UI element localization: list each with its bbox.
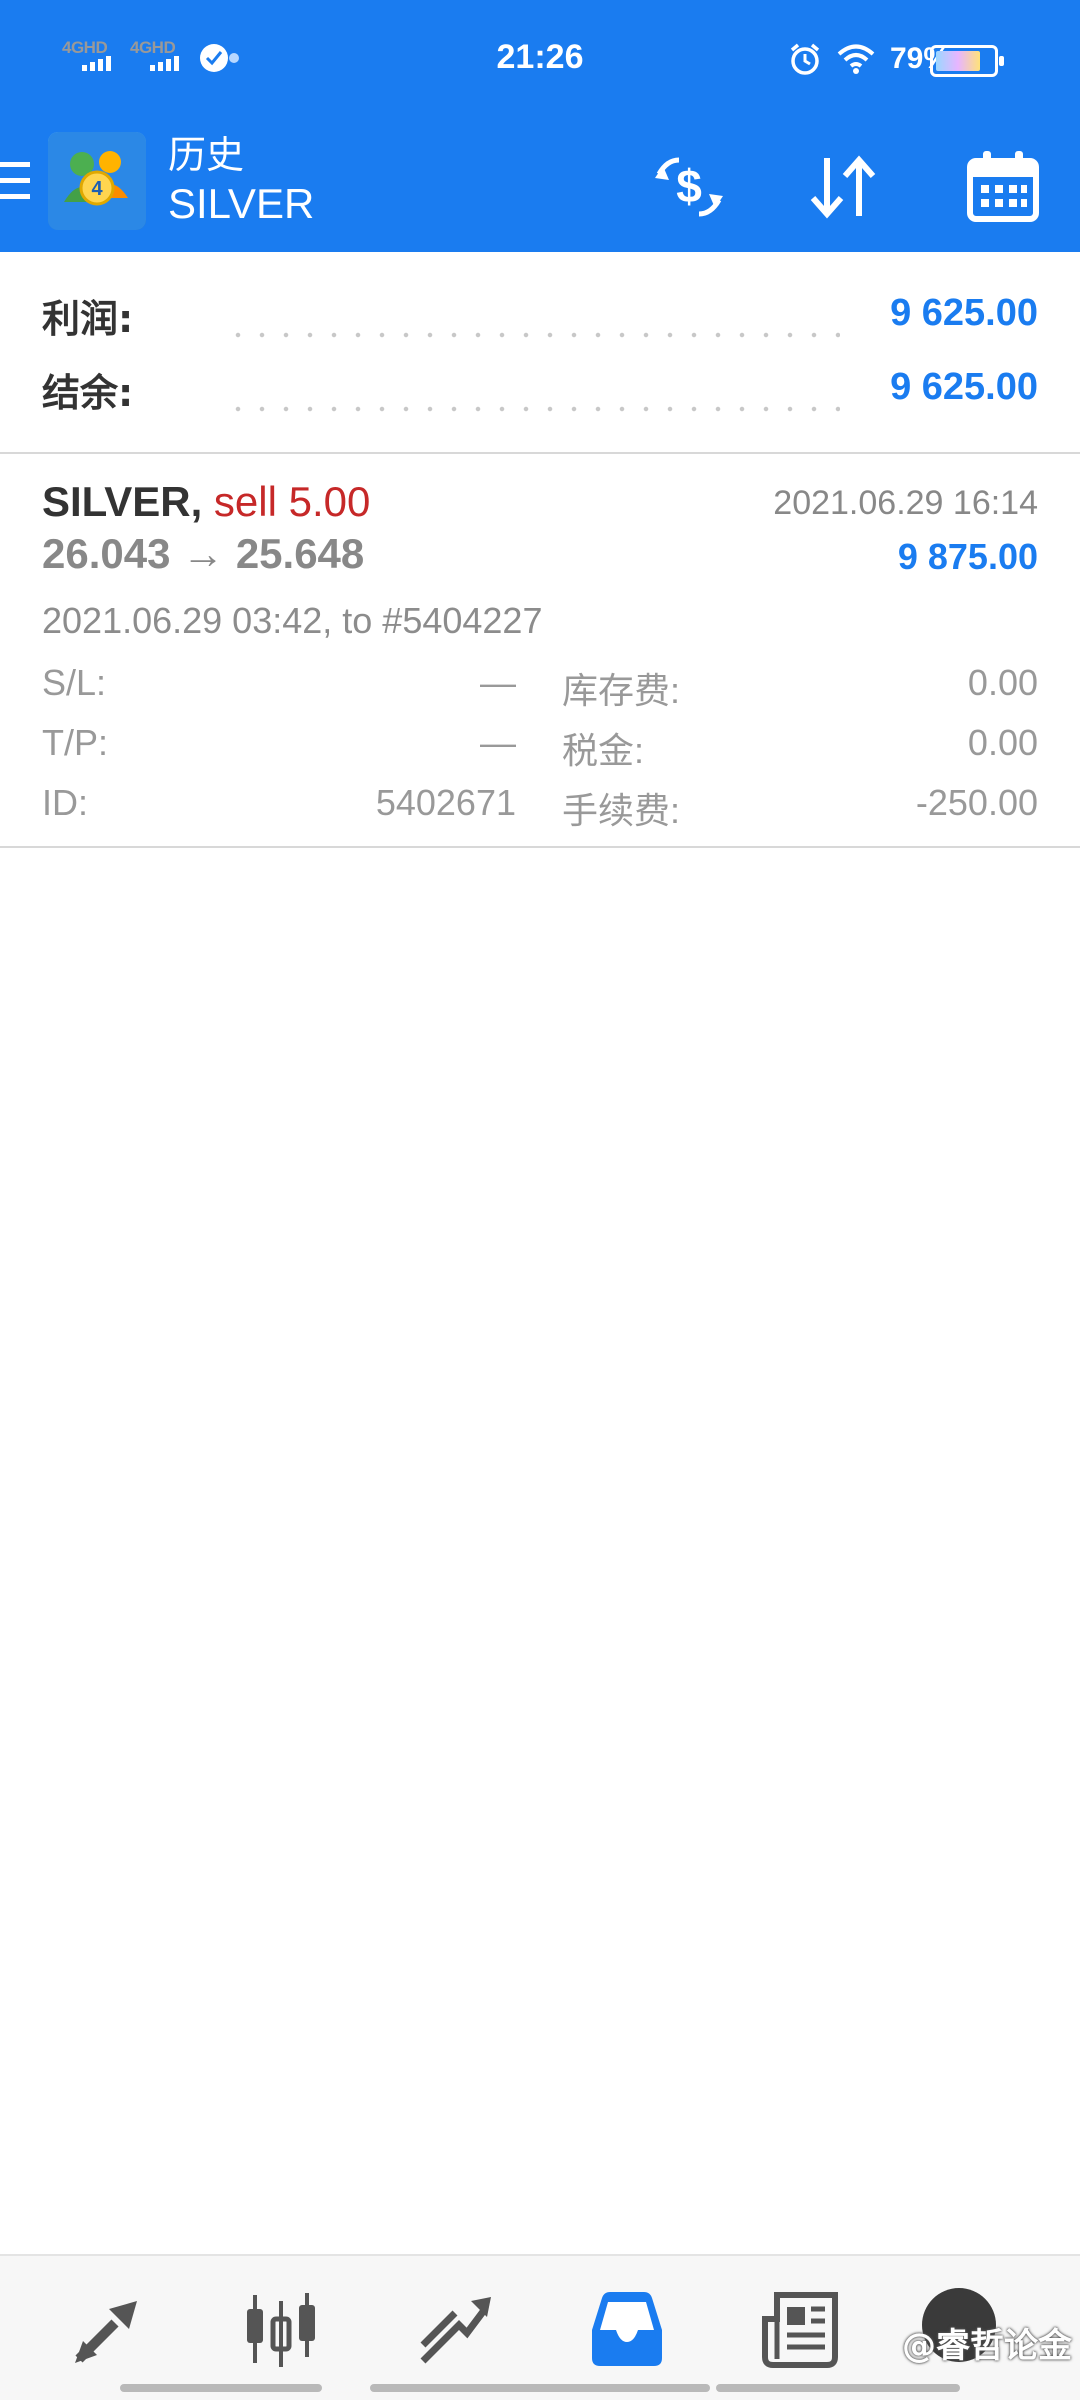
currency-exchange-button[interactable]: $ xyxy=(646,144,732,230)
tp-label: T/P: xyxy=(42,722,109,763)
nav-news[interactable] xyxy=(756,2284,846,2374)
nav-chart[interactable] xyxy=(236,2284,326,2374)
dot-leader xyxy=(226,406,840,412)
id-value: 5402671 xyxy=(375,782,516,823)
svg-text:4: 4 xyxy=(91,178,103,200)
deal-open-info: 2021.06.29 03:42, to #5404227 xyxy=(42,600,543,641)
sl-value: — xyxy=(480,662,516,703)
deal-close-time: 2021.06.29 16:14 xyxy=(773,484,1038,522)
nav-indicator xyxy=(370,2384,710,2392)
swap-label: 库存费: xyxy=(562,670,681,711)
commission-value: -250.00 xyxy=(915,782,1038,823)
app-bar: 4 历史 SILVER $ xyxy=(0,122,1080,252)
page-title: 历史 xyxy=(168,133,245,177)
deal-profit: 9 875.00 xyxy=(897,536,1038,577)
dot-leader xyxy=(226,332,840,338)
nav-indicator xyxy=(716,2384,960,2392)
news-icon xyxy=(762,2292,838,2368)
battery-fill xyxy=(936,51,981,71)
deal-symbol-line: SILVER, sell 5.00 xyxy=(42,478,370,526)
watermark-text: @睿哲论金 xyxy=(902,2326,1072,2366)
balance-label: 结余: xyxy=(42,371,134,415)
tax-value: 0.00 xyxy=(967,722,1038,763)
bottom-navigation: @睿哲论金 xyxy=(0,2254,1080,2400)
deal-prices: 26.043 → 25.648 xyxy=(42,530,364,578)
sort-button[interactable] xyxy=(800,144,886,230)
price-close: 25.648 xyxy=(235,530,365,577)
price-open: 26.043 xyxy=(42,530,171,577)
tax-label: 税金: xyxy=(562,730,645,771)
profit-label: 利润: xyxy=(42,297,134,341)
swap-value: 0.00 xyxy=(967,662,1038,703)
deal-symbol: SILVER, xyxy=(42,478,203,525)
status-right: 79% xyxy=(788,42,950,76)
id-label: ID: xyxy=(42,782,89,823)
calendar-button[interactable] xyxy=(960,144,1046,230)
profit-row: 利润: 9 625.00 xyxy=(42,288,1038,348)
svg-text:$: $ xyxy=(676,160,702,212)
nav-quotes[interactable] xyxy=(64,2284,154,2374)
sort-icon xyxy=(810,155,876,219)
currency-exchange-icon: $ xyxy=(655,157,723,217)
quotes-icon xyxy=(75,2301,137,2363)
tp-value: — xyxy=(480,722,516,763)
price-arrow: → xyxy=(182,530,225,577)
sl-label: S/L: xyxy=(42,662,107,703)
page-subtitle: SILVER xyxy=(168,180,315,227)
commission-label: 手续费: xyxy=(562,790,681,831)
wifi-icon xyxy=(837,44,875,74)
deal-side-volume: sell 5.00 xyxy=(213,478,371,525)
trade-icon xyxy=(420,2297,491,2364)
history-icon xyxy=(592,2292,662,2366)
menu-icon[interactable] xyxy=(0,158,30,206)
deal-list-item[interactable]: SILVER, sell 5.00 2021.06.29 16:14 26.04… xyxy=(0,454,1080,848)
profit-value: 9 625.00 xyxy=(890,292,1038,334)
nav-trade[interactable] xyxy=(410,2284,500,2374)
summary-panel: 利润: 9 625.00 结余: 9 625.00 xyxy=(0,252,1080,454)
status-bar: 4GHD 4GHD 21:26 79% xyxy=(0,0,1080,122)
alarm-icon xyxy=(790,43,820,75)
balance-value: 9 625.00 xyxy=(890,366,1038,408)
nav-history[interactable] xyxy=(582,2284,672,2374)
battery-icon xyxy=(930,45,1004,77)
metatrader-logo: 4 xyxy=(48,132,146,230)
chart-icon xyxy=(247,2293,315,2367)
balance-row: 结余: 9 625.00 xyxy=(42,362,1038,422)
calendar-icon xyxy=(967,151,1039,222)
nav-indicator xyxy=(120,2384,322,2392)
app-logo-icon: 4 xyxy=(48,132,146,230)
